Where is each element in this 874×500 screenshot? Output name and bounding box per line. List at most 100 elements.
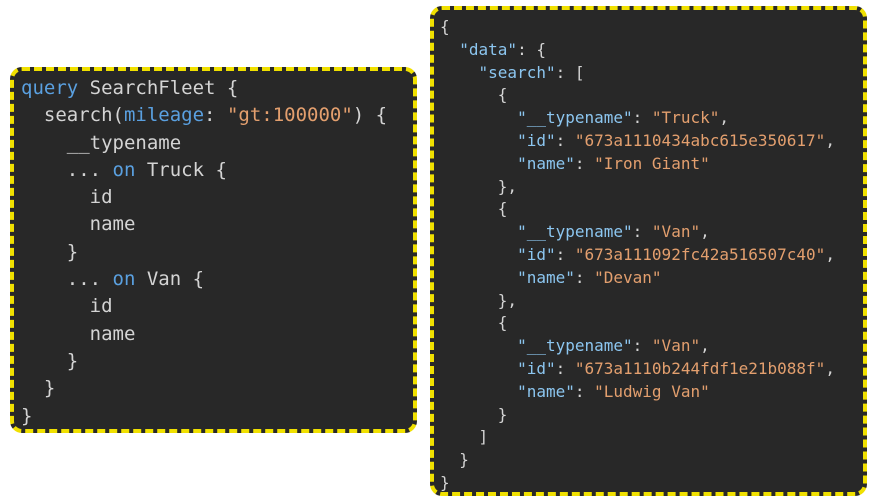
code-token: : [ [555,62,585,82]
code-line: "__typename": "Van", [440,221,863,244]
code-token: id [89,186,113,209]
code-token: } [66,349,79,372]
code-token: "Van" [651,336,701,356]
code-token: , [825,358,835,378]
code-token: "gt:100000" [226,104,353,127]
code-line: }, [440,290,863,313]
code-line: "search": [ [440,62,863,85]
code-token: ] [478,427,489,447]
code-line: "id": "673a111092fc42a516507c40", [440,244,863,267]
code-token: , [825,244,835,264]
code-line: "name": "Ludwig Van" [440,381,863,404]
code-token: query [21,77,79,99]
code-token: name [89,213,136,236]
code-token: : [632,108,652,128]
code-token: "673a111092fc42a516507c40" [574,244,826,264]
code-line: { [440,16,863,39]
code-token: { [440,17,450,36]
code-line: } [440,449,863,472]
code-line: { [440,312,863,335]
code-line: "name": "Devan" [440,267,863,290]
code-token: }, [497,290,518,310]
code-token: "__typename" [517,222,633,242]
code-token: SearchFleet { [78,77,239,99]
code-line: name [21,211,413,238]
code-token: : [555,244,575,264]
code-token: : [632,336,652,356]
code-token: , [825,130,835,150]
code-token: "__typename" [517,336,633,356]
code-token: "673a1110b244fdf1e21b088f" [574,358,826,378]
code-token: mileage [123,104,205,127]
code-line: } [440,404,863,427]
code-line: "__typename": "Truck", [440,107,863,130]
code-token: ... [66,158,113,181]
code-token: Van { [135,268,205,291]
code-line: id [21,293,413,320]
code-token: : [555,358,575,378]
code-line: } [21,239,413,266]
code-token: "__typename" [517,108,633,128]
code-token: Truck { [135,158,227,181]
code-token: "name" [517,381,575,401]
code-token: "Devan" [594,267,662,287]
code-line: } [21,375,413,402]
code-line: "data": { [440,39,863,62]
code-token: : { [517,39,546,59]
code-token: "id" [517,130,556,150]
code-token: : [574,381,595,401]
code-token: { [497,85,508,105]
code-line: }, [440,176,863,199]
code-token: } [43,377,56,400]
code-line: "id": "673a1110434abc615e350617", [440,130,863,153]
code-line: __typename [21,130,413,157]
code-line: ] [440,426,863,449]
code-token: search( [43,104,124,127]
code-line: query SearchFleet { [21,75,413,102]
code-token: : [574,153,595,173]
code-token: } [440,472,450,492]
code-token: "Iron Giant" [594,153,710,173]
code-token: : [574,267,595,287]
code-line: id [21,184,413,211]
code-token: : [204,104,227,127]
code-token: , [700,336,710,356]
code-token: "Ludwig Van" [594,381,710,401]
code-line: { [440,84,863,107]
code-token: "name" [517,153,575,173]
code-token: } [459,450,469,470]
code-token: , [700,222,710,242]
code-token: "Van" [651,222,701,242]
code-token: ... [66,268,113,291]
code-token: , [719,108,729,128]
code-token: } [497,404,508,424]
code-line: name [21,321,413,348]
code-line: ... on Truck { [21,157,413,184]
code-line: ... on Van { [21,266,413,293]
